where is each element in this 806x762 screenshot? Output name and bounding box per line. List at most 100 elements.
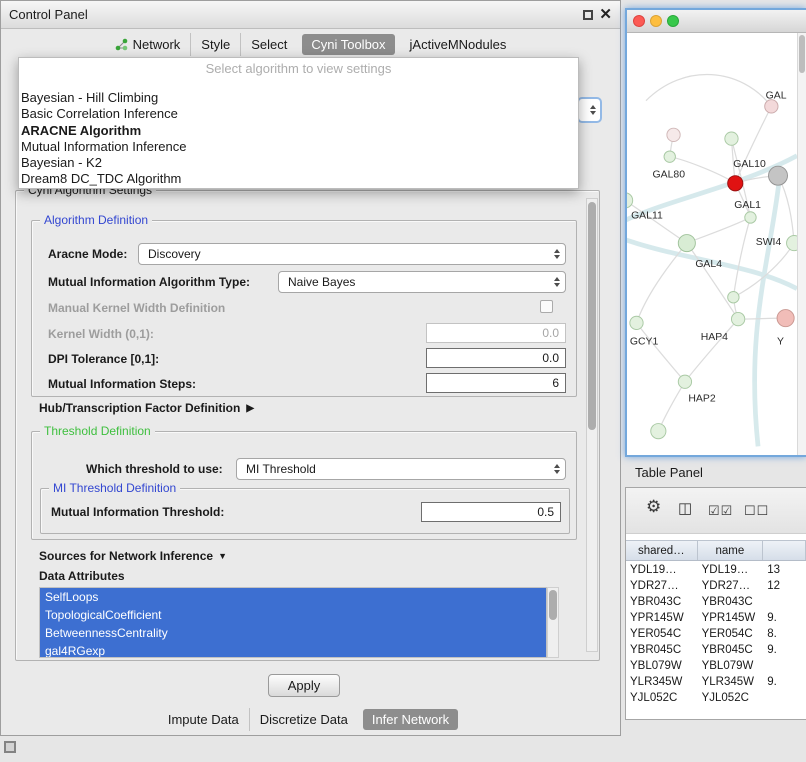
network-node[interactable] [745, 212, 756, 223]
network-node-gray[interactable] [769, 166, 788, 185]
sources-section-header[interactable]: Sources for Network Inference ▼ [39, 549, 227, 563]
popup-item-selected[interactable]: ARACNE Algorithm [19, 123, 578, 139]
manual-kernel-width-label: Manual Kernel Width Definition [48, 301, 225, 315]
popup-item[interactable]: Bayesian - K2 [19, 155, 578, 171]
network-view-window: GAL GAL80 GAL10 GAL1 GAL11 SWI4 GAL4 GCY… [625, 8, 806, 457]
attributes-list-scrollbar[interactable] [547, 587, 559, 658]
tab-select[interactable]: Select [240, 33, 297, 56]
mi-algorithm-type-select[interactable]: Naive Bayes [278, 271, 566, 293]
mi-algorithm-type-value: Naive Bayes [288, 275, 355, 289]
float-window-button[interactable] [583, 10, 593, 20]
network-node-highlighted[interactable] [728, 176, 743, 191]
select-all-icon[interactable]: ☑☑ [708, 502, 733, 520]
mi-steps-label: Mutual Information Steps: [48, 377, 196, 391]
column-header-name[interactable]: name [698, 541, 764, 560]
table-row[interactable]: YBR043C YBR043C [626, 594, 806, 610]
aracne-mode-select[interactable]: Discovery [138, 243, 566, 265]
popup-item[interactable]: Basic Correlation Inference [19, 106, 578, 122]
tab-label: Network [133, 37, 181, 52]
settings-scrollbar-thumb[interactable] [588, 202, 596, 430]
gear-icon[interactable]: ⚙ [646, 498, 662, 516]
tab-network[interactable]: Network [105, 33, 191, 56]
table-row[interactable]: YBR045C YBR045C 9. [626, 642, 806, 658]
manual-kernel-width-checkbox[interactable] [540, 300, 553, 313]
network-node-pink[interactable] [777, 310, 794, 327]
column-header-extra[interactable] [763, 541, 806, 560]
cell-value: 9. [763, 642, 806, 658]
tab-label: Infer Network [372, 712, 449, 727]
mi-steps-field[interactable]: 6 [426, 373, 566, 393]
hub-transcription-factor-section[interactable]: Hub/Transcription Factor Definition ▶ [39, 401, 254, 415]
dpi-tolerance-field[interactable]: 0.0 [426, 348, 566, 368]
cell-value: 13 [763, 562, 806, 578]
columns-icon[interactable]: ◫ [678, 500, 693, 518]
tab-infer-network[interactable]: Infer Network [363, 709, 458, 730]
sources-label: Sources for Network Inference [39, 549, 213, 563]
tab-discretize-data[interactable]: Discretize Data [249, 708, 358, 731]
table-row[interactable]: YBL079W YBL079W [626, 658, 806, 674]
close-window-button[interactable]: ✕ [599, 5, 612, 25]
attributes-list-scrollbar-thumb[interactable] [549, 590, 557, 620]
list-item-selected[interactable]: SelfLoops [40, 588, 546, 606]
hub-section-label: Hub/Transcription Factor Definition [39, 401, 240, 415]
mi-algorithm-type-label: Mutual Information Algorithm Type: [48, 275, 250, 289]
network-window-titlebar [627, 10, 806, 33]
list-item-selected[interactable]: BetweennessCentrality [40, 624, 546, 642]
node-label: GAL10 [733, 159, 766, 170]
popup-item[interactable]: Mutual Information Inference [19, 139, 578, 155]
popup-item[interactable]: Bayesian - Hill Climbing [19, 90, 578, 106]
kernel-width-field[interactable]: 0.0 [426, 323, 566, 343]
network-node[interactable] [731, 312, 744, 325]
apply-button[interactable]: Apply [268, 674, 340, 697]
table-row[interactable]: YPR145W YPR145W 9. [626, 610, 806, 626]
cell-name: YJL052C [698, 690, 764, 706]
table-row[interactable]: YDL19… YDL19… 13 [626, 562, 806, 578]
data-attributes-list[interactable]: SelfLoops TopologicalCoefficient Between… [39, 587, 547, 658]
cell-shared: YPR145W [626, 610, 698, 626]
tab-cyni-toolbox[interactable]: Cyni Toolbox [302, 34, 394, 55]
tab-style[interactable]: Style [190, 33, 240, 56]
mi-threshold-field[interactable]: 0.5 [421, 502, 561, 522]
tab-jactivemnodules[interactable]: jActiveMNodules [400, 33, 517, 56]
network-node[interactable] [678, 375, 691, 388]
network-scrollbar[interactable] [797, 33, 806, 455]
network-node[interactable] [678, 235, 695, 252]
network-node[interactable] [667, 128, 680, 141]
list-item-selected[interactable]: TopologicalCoefficient [40, 606, 546, 624]
cell-name: YBR045C [698, 642, 764, 658]
network-node[interactable] [630, 316, 643, 329]
which-threshold-select[interactable]: MI Threshold [236, 458, 566, 480]
column-header-shared[interactable]: shared… [626, 541, 698, 560]
tab-label: Discretize Data [260, 712, 348, 727]
tab-label: jActiveMNodules [410, 37, 507, 52]
combo-arrows-icon [554, 272, 560, 292]
network-scrollbar-thumb[interactable] [799, 35, 805, 73]
network-node[interactable] [664, 151, 675, 162]
cell-shared: YLR345W [626, 674, 698, 690]
minimize-traffic-light[interactable] [650, 15, 662, 27]
minimized-panel-icon[interactable] [4, 741, 16, 753]
collapsed-arrow-icon[interactable]: ▶ [246, 403, 254, 414]
table-row[interactable]: YDR27… YDR27… 12 [626, 578, 806, 594]
node-label: HAP4 [701, 332, 728, 343]
table-row[interactable]: YER054C YER054C 8. [626, 626, 806, 642]
expanded-arrow-icon[interactable]: ▼ [218, 551, 227, 561]
table-row[interactable]: YLR345W YLR345W 9. [626, 674, 806, 690]
close-traffic-light[interactable] [633, 15, 645, 27]
network-node[interactable] [725, 132, 738, 145]
table-row[interactable]: YJL052C YJL052C [626, 690, 806, 706]
network-node[interactable] [728, 292, 739, 303]
algorithm-selector-combo-fragment[interactable] [577, 97, 602, 123]
list-item-selected[interactable]: gal4RGexp [40, 642, 546, 658]
popup-item[interactable]: Dream8 DC_TDC Algorithm [19, 171, 578, 187]
tab-impute-data[interactable]: Impute Data [158, 708, 249, 731]
deselect-all-icon[interactable]: ☐☐ [744, 502, 769, 520]
network-canvas[interactable]: GAL GAL80 GAL10 GAL1 GAL11 SWI4 GAL4 GCY… [627, 33, 797, 457]
zoom-traffic-light[interactable] [667, 15, 679, 27]
control-panel-tabbar: Network Style Select Cyni Toolbox jActiv… [1, 33, 620, 56]
aracne-mode-label: Aracne Mode: [48, 247, 127, 261]
network-node[interactable] [787, 236, 797, 251]
cell-shared: YDL19… [626, 562, 698, 578]
network-node[interactable] [651, 424, 666, 439]
settings-scrollbar[interactable] [586, 198, 598, 652]
